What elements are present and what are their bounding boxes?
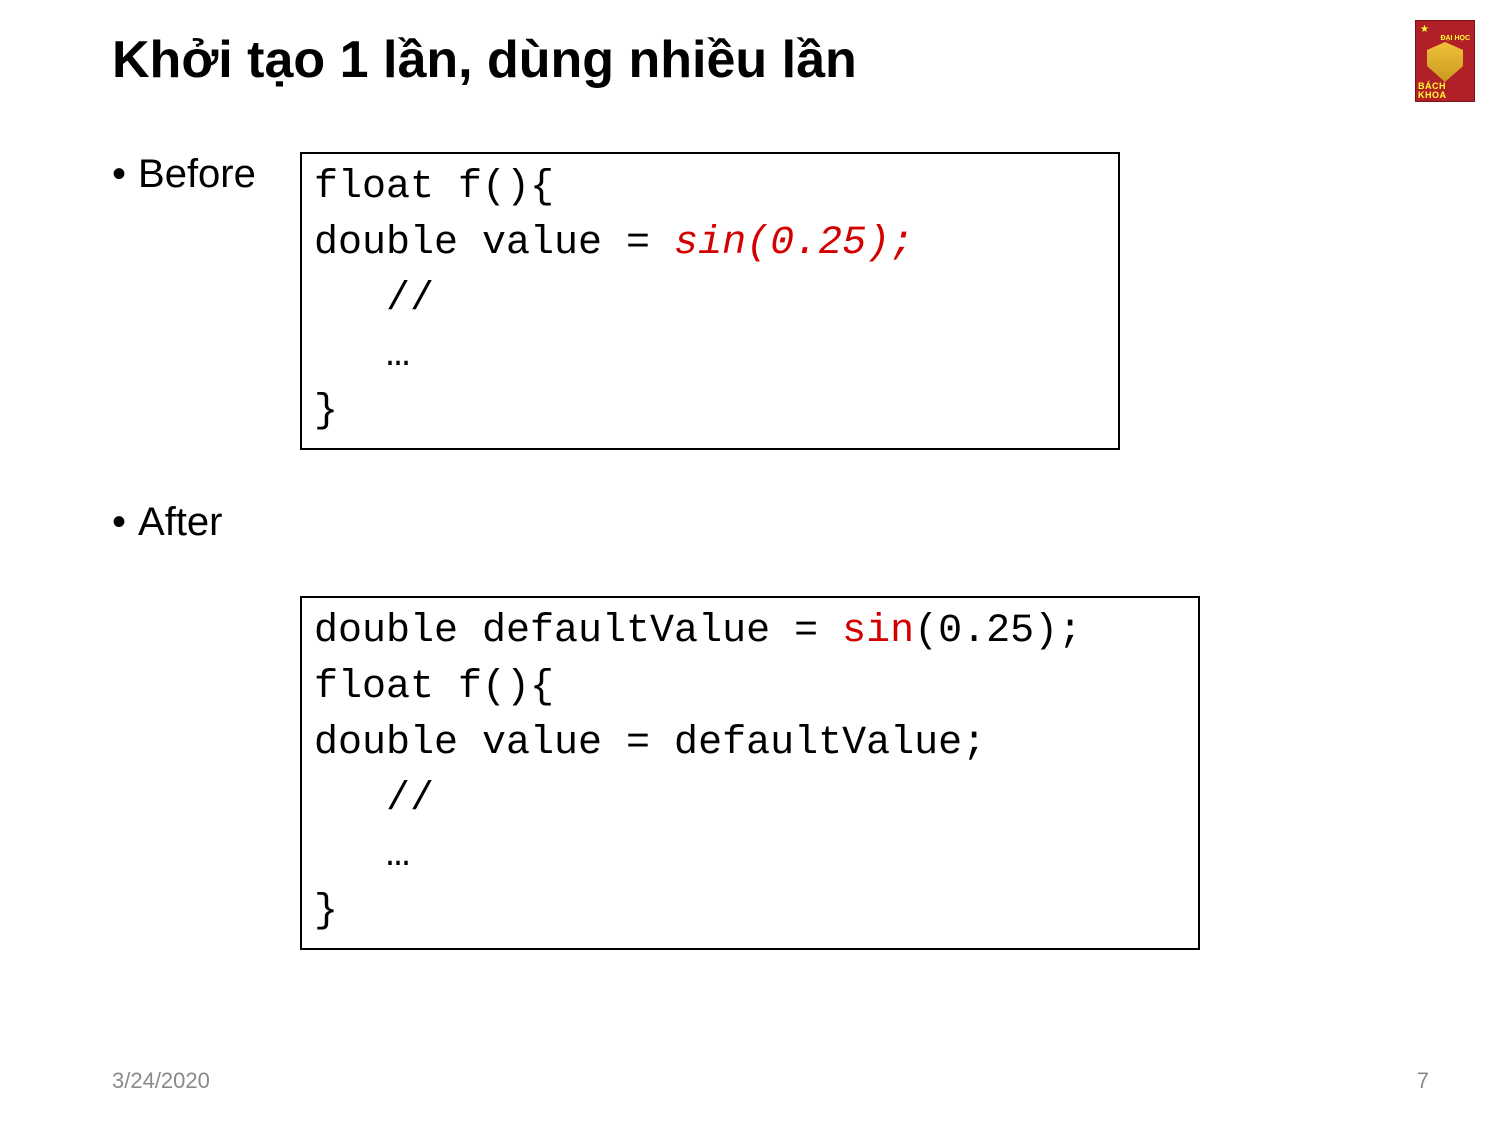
code-line: // [314,777,434,822]
code-box-after: double defaultValue = sin(0.25); float f… [300,596,1200,950]
bullet-before: • Before [112,152,256,197]
code-line: float f(){ [314,165,554,210]
slide-title: Khởi tạo 1 lần, dùng nhiều lần [112,30,857,90]
code-line: double defaultValue = [314,609,842,654]
code-line-highlight: sin [842,609,914,654]
logo-top-text: ĐẠI HỌC [1440,35,1470,42]
bullet-icon: • [112,500,126,544]
footer-page-number: 7 [1417,1068,1429,1094]
footer-date: 3/24/2020 [112,1068,210,1094]
code-line: double value = defaultValue; [314,721,986,766]
code-line: … [314,333,410,378]
university-logo: ★ ĐẠI HỌC BÁCH KHOA [1415,20,1475,102]
code-line: // [314,277,434,322]
slide: Khởi tạo 1 lần, dùng nhiều lần ★ ĐẠI HỌC… [0,0,1499,1124]
bullet-after-label: After [138,500,222,544]
bullet-icon: • [112,152,126,196]
star-icon: ★ [1420,25,1429,35]
logo-bottom-text: BÁCH KHOA [1418,82,1472,100]
code-line: } [314,889,338,934]
bullet-before-label: Before [138,152,256,196]
code-line: float f(){ [314,665,554,710]
code-line: (0.25); [914,609,1082,654]
shield-icon [1423,42,1467,82]
code-line: } [314,389,338,434]
bullet-after: • After [112,500,223,545]
code-line: double value = [314,221,674,266]
code-box-before: float f(){ double value = sin(0.25); // … [300,152,1120,450]
code-line: … [314,833,410,878]
code-line-highlight: sin(0.25); [674,221,914,266]
